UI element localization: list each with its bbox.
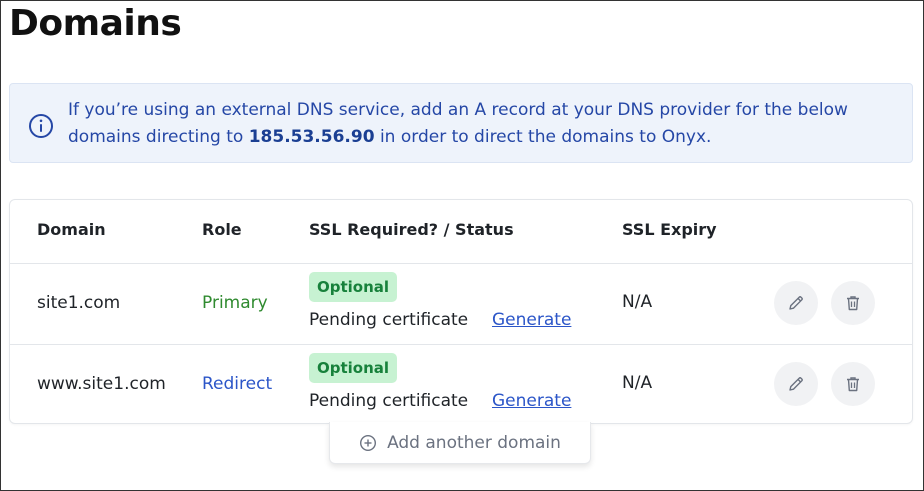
edit-button[interactable] — [774, 281, 818, 325]
info-banner-text: If you’re using an external DNS service,… — [68, 97, 872, 151]
ssl-optional-badge: Optional — [309, 272, 398, 302]
ssl-status: Pending certificate — [309, 310, 469, 330]
delete-button[interactable] — [831, 281, 875, 325]
trash-icon — [847, 296, 859, 311]
pencil-icon — [789, 377, 803, 391]
header-domain: Domain — [37, 220, 106, 239]
pencil-icon — [789, 296, 803, 310]
generate-link[interactable]: Generate — [492, 310, 571, 330]
ssl-expiry: N/A — [622, 373, 653, 393]
info-icon — [28, 113, 54, 139]
info-text-after: in order to direct the domains to Onyx. — [374, 127, 712, 147]
add-domain-label: Add another domain — [387, 432, 561, 453]
edit-button[interactable] — [774, 362, 818, 406]
domain-cell: www.site1.com — [37, 374, 166, 394]
ssl-status: Pending certificate — [309, 391, 469, 411]
info-banner: If you’re using an external DNS service,… — [9, 83, 913, 163]
domain-cell: site1.com — [37, 293, 121, 313]
header-role: Role — [202, 220, 242, 239]
add-domain-button[interactable]: Add another domain — [329, 422, 591, 464]
ssl-optional-badge: Optional — [309, 353, 398, 383]
plus-circle-icon — [360, 434, 377, 451]
generate-link[interactable]: Generate — [492, 391, 571, 411]
trash-icon — [847, 377, 859, 392]
role-cell: Redirect — [202, 374, 273, 394]
header-ssl: SSL Required? / Status — [309, 220, 514, 239]
table-header: Domain Role SSL Required? / Status SSL E… — [10, 200, 912, 264]
ssl-expiry: N/A — [622, 292, 653, 312]
page-title: Domains — [9, 3, 182, 44]
table-row: www.site1.com Redirect Optional Pending … — [10, 345, 912, 425]
header-expiry: SSL Expiry — [622, 220, 717, 239]
table-row: site1.com Primary Optional Pending certi… — [10, 264, 912, 345]
delete-button[interactable] — [831, 362, 875, 406]
ip-address: 185.53.56.90 — [248, 127, 375, 147]
role-cell: Primary — [202, 293, 268, 313]
domains-table: Domain Role SSL Required? / Status SSL E… — [9, 199, 913, 424]
